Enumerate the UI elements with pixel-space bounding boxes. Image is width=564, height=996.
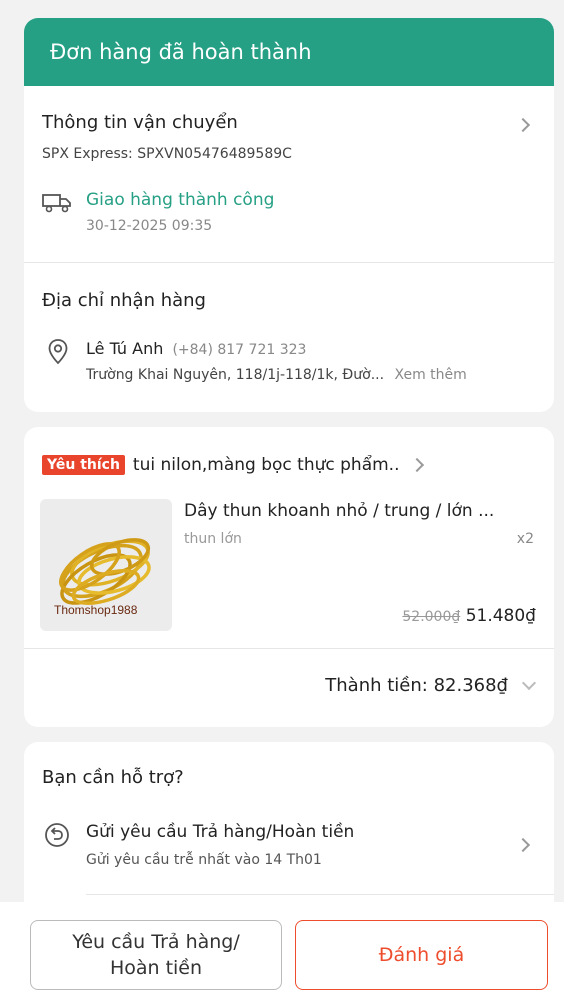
product-item[interactable]: Thomshop1988 Dây thun khoanh nhỏ / trung… xyxy=(40,499,536,631)
chevron-right-icon xyxy=(515,837,531,853)
location-pin-icon xyxy=(48,339,68,365)
product-variant: thun lớn xyxy=(184,531,242,547)
shop-name: tui nilon,màng bọc thực phẩm.. xyxy=(132,455,400,475)
return-request-item[interactable]: Gửi yêu cầu Trả hàng/Hoàn tiền Gửi yêu c… xyxy=(24,820,554,890)
return-button-line1: Yêu cầu Trả hàng/ xyxy=(72,931,240,953)
return-request-deadline: Gửi yêu cầu trễ nhất vào 14 Th01 xyxy=(86,852,322,868)
order-status-title: Đơn hàng đã hoàn thành xyxy=(50,40,312,64)
chevron-right-icon xyxy=(515,117,531,133)
return-icon xyxy=(44,822,70,848)
truck-icon xyxy=(42,193,72,213)
chevron-down-icon xyxy=(521,675,537,690)
rate-button[interactable]: Đánh giá xyxy=(295,920,548,990)
shipping-info[interactable]: Thông tin vận chuyển SPX Express: SPXVN0… xyxy=(24,86,554,262)
chevron-right-icon xyxy=(409,457,424,473)
rate-button-label: Đánh giá xyxy=(378,944,465,966)
favorite-badge: Yêu thích xyxy=(42,455,125,475)
divider xyxy=(86,894,554,895)
order-total-row[interactable]: Thành tiền: 82.368₫ xyxy=(325,675,537,696)
address-title: Địa chỉ nhận hàng xyxy=(42,290,206,311)
product-price: 52.000₫ 51.480₫ xyxy=(402,606,536,626)
sale-price: 51.480₫ xyxy=(465,606,536,626)
address-line: Trường Khai Nguyên, 118/1j-118/1k, Đườ..… xyxy=(86,367,467,383)
divider xyxy=(24,648,554,649)
return-refund-button[interactable]: Yêu cầu Trả hàng/ Hoàn tiền xyxy=(30,920,282,990)
delivery-status: Giao hàng thành công xyxy=(86,190,275,210)
product-quantity: x2 xyxy=(516,531,534,547)
support-title: Bạn cần hỗ trợ? xyxy=(42,767,184,788)
order-status-card: Đơn hàng đã hoàn thành Thông tin vận chu… xyxy=(24,18,554,412)
recipient-phone: (+84) 817 721 323 xyxy=(172,342,307,358)
recipient-line: Lê Tú Anh (+84) 817 721 323 xyxy=(86,339,306,358)
shipping-title: Thông tin vận chuyển xyxy=(42,112,238,133)
address-text: Trường Khai Nguyên, 118/1j-118/1k, Đườ..… xyxy=(86,367,385,383)
order-status-header: Đơn hàng đã hoàn thành xyxy=(24,18,554,86)
image-watermark: Thomshop1988 xyxy=(54,603,138,617)
return-button-line2: Hoàn tiền xyxy=(109,957,203,979)
recipient-name: Lê Tú Anh xyxy=(86,339,164,358)
delivery-address[interactable]: Địa chỉ nhận hàng Lê Tú Anh (+84) 817 72… xyxy=(24,263,554,412)
product-image: Thomshop1988 xyxy=(40,499,172,631)
product-name: Dây thun khoanh nhỏ / trung / lớn ... xyxy=(184,501,495,521)
product-card: Yêu thích tui nilon,màng bọc thực phẩm..… xyxy=(24,427,554,727)
delivery-time: 30-12-2025 09:35 xyxy=(86,218,213,234)
return-request-title: Gửi yêu cầu Trả hàng/Hoàn tiền xyxy=(86,822,355,842)
see-more-link[interactable]: Xem thêm xyxy=(395,367,467,383)
order-total: Thành tiền: 82.368₫ xyxy=(325,675,508,696)
shop-row[interactable]: Yêu thích tui nilon,màng bọc thực phẩm.. xyxy=(42,453,536,477)
original-price: 52.000₫ xyxy=(402,609,461,625)
tracking-number: SPX Express: SPXVN05476489589C xyxy=(42,146,292,162)
